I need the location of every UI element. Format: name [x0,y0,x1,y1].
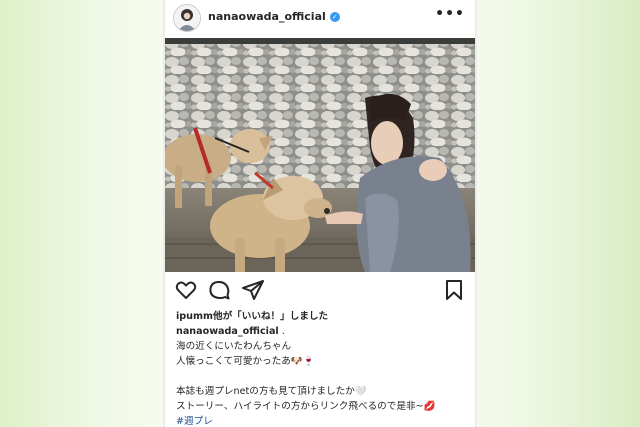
bookmark-icon[interactable] [442,278,466,302]
comment-bubble-icon[interactable] [207,278,231,302]
instagram-post-card: nanaowada_official ✓ ••• ipumm他が「いいね！」しま… [165,0,475,427]
card-border-right [475,0,477,427]
more-options-icon[interactable]: ••• [435,6,465,22]
username-text[interactable]: nanaowada_official [208,10,326,23]
post-actions [165,278,475,306]
caption-author-suffix: . [278,326,285,337]
caption-author-line: nanaowada_official . [176,324,470,339]
caption-line: ストーリー、ハイライトの方からリンク飛べるので是非~💋 [176,401,436,412]
caption-line: 海の近くにいたわんちゃん [176,341,292,352]
background-left [0,0,165,427]
caption-line: 本誌も週プレnetの方も見て頂けましたか🤍 [176,386,367,397]
verified-badge-icon: ✓ [329,12,340,22]
post-photo[interactable] [165,38,475,272]
likes-line[interactable]: ipumm他が「いいね！」しました [176,309,470,324]
caption-line [176,369,470,384]
avatar[interactable] [173,4,201,32]
post-header: nanaowada_official ✓ ••• [165,0,475,38]
post-caption: ipumm他が「いいね！」しました nanaowada_official . 海… [176,309,470,427]
caption-line: 人懐っこくて可愛かったあ🐶🍷 [176,356,315,367]
heart-icon[interactable] [174,278,198,302]
username[interactable]: nanaowada_official ✓ [208,10,340,23]
post-image [165,38,475,272]
card-border-left [163,0,165,427]
paper-plane-icon[interactable] [241,278,265,302]
background-right [475,0,640,427]
caption-author[interactable]: nanaowada_official [176,326,279,337]
hashtag-link[interactable]: #週プレ [176,414,470,427]
